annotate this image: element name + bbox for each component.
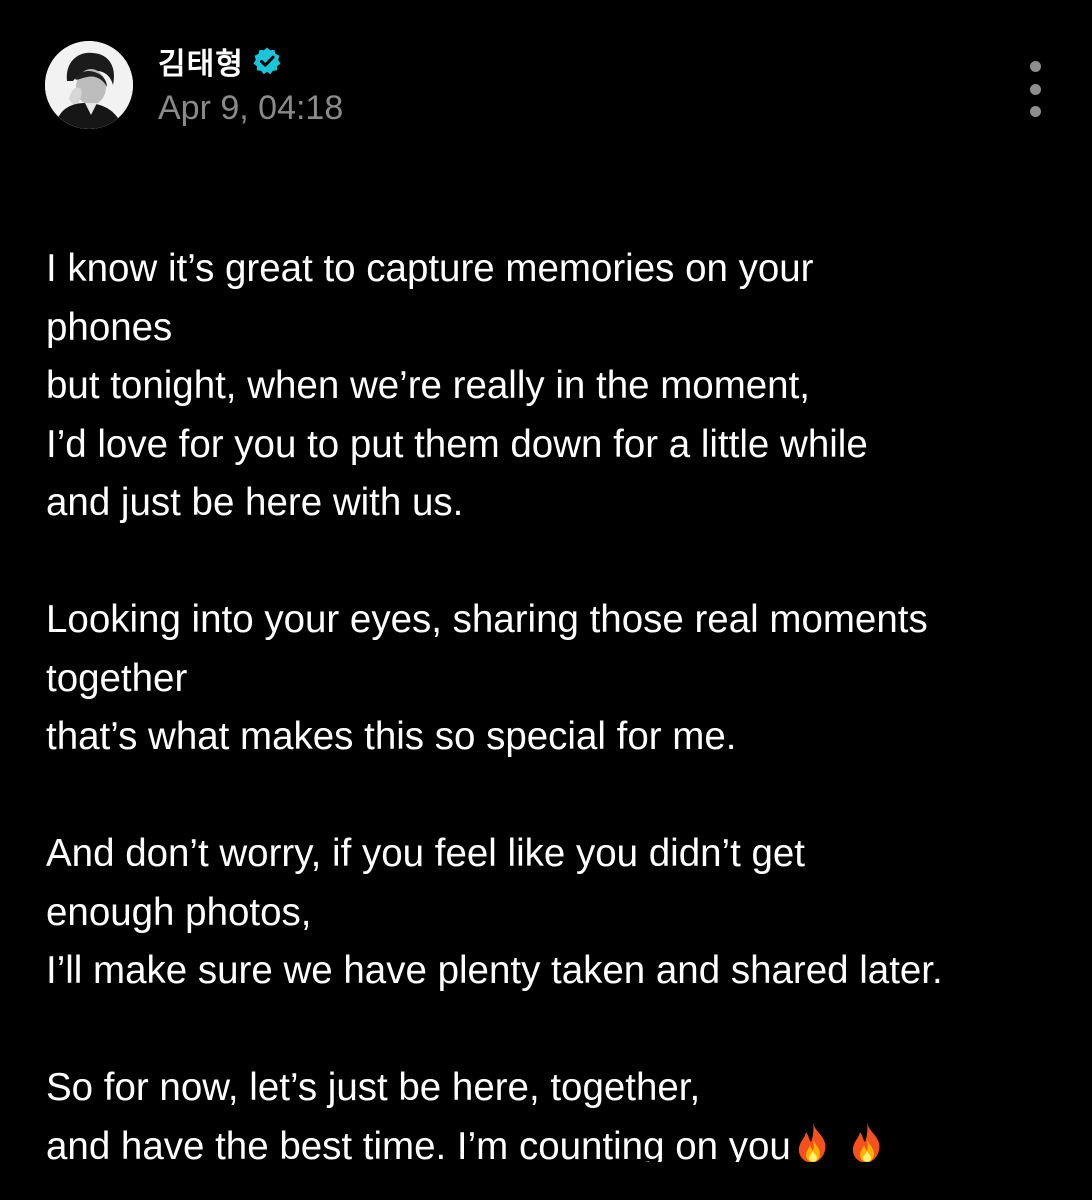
author-name-row: 김태형 <box>158 39 282 83</box>
post-text-line-last: and have the best time. I’m counting on … <box>46 1118 1066 1163</box>
post-text-line: I’ll make sure we have plenty taken and … <box>46 949 943 992</box>
fire-emoji-icon <box>791 1121 835 1162</box>
post-body: I know it’s great to capture memories on… <box>46 240 1066 1162</box>
author-avatar[interactable] <box>45 41 133 129</box>
post-text-line: and just be here with us. <box>46 481 464 524</box>
more-vertical-icon-dot <box>1029 83 1041 95</box>
avatar-photo-icon <box>45 41 133 129</box>
more-vertical-icon-dot <box>1029 61 1041 72</box>
post-text-line: I know it’s great to capture memories on… <box>46 247 814 290</box>
post-text-segment: and have the best time. I’m counting on … <box>46 1124 791 1163</box>
post-text-line: together <box>46 656 188 700</box>
post-text-line: So for now, let’s just be here, together… <box>46 1066 701 1109</box>
verified-badge-icon <box>252 46 282 76</box>
post-timestamp: Apr 9, 04:18 <box>158 89 344 127</box>
post-text-line: Looking into your eyes, sharing those re… <box>46 598 928 641</box>
post-text-line: enough photos, <box>46 890 312 934</box>
post-header: 김태형 Apr 9, 04:18 <box>45 41 1055 129</box>
post-text-line: I’d love for you to put them down for a … <box>46 422 868 466</box>
post-text-line: And don’t worry, if you feel like you di… <box>46 832 806 875</box>
post-text-line: phones <box>46 305 173 349</box>
more-options-button[interactable] <box>1015 61 1055 117</box>
post-text-line: but tonight, when we’re really in the mo… <box>46 364 810 407</box>
author-name[interactable]: 김태형 <box>158 39 244 83</box>
more-vertical-icon-dot <box>1029 106 1041 117</box>
post-text-line: that’s what makes this so special for me… <box>46 715 737 758</box>
fire-emoji-icon <box>845 1121 889 1162</box>
